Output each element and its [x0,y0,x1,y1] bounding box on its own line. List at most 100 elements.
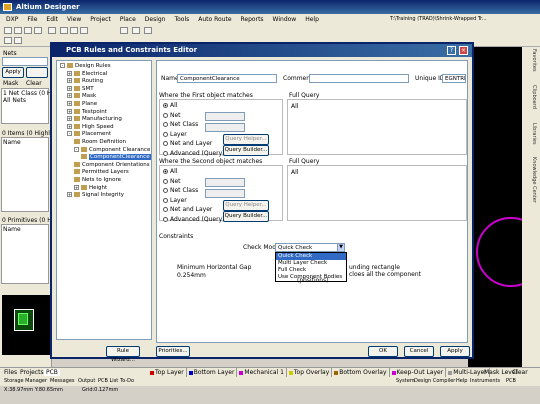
cut-icon[interactable] [60,27,68,34]
expand-icon[interactable]: + [67,78,72,84]
first-radio-net-and-layer[interactable]: Net and Layer [163,140,212,147]
radio-icon[interactable] [163,141,168,146]
menu-view[interactable]: View [67,14,81,25]
help-tab[interactable]: Help [456,377,467,386]
todo-tab[interactable]: To-Do [120,377,134,386]
option-multi-layer-check[interactable]: Multi Layer Check [276,260,346,267]
clear-checkbox[interactable]: Clear [26,80,42,87]
collapse-icon[interactable]: - [67,131,72,137]
min-gap-value[interactable]: 0.254mm [177,272,206,279]
tree-item-nets-to-ignore[interactable]: Nets to Ignore [74,177,121,183]
tree-item-design-rules[interactable]: - Design Rules [60,63,111,69]
priorities-button[interactable]: Priorities... [156,346,190,357]
help-button[interactable]: ? [447,46,456,55]
messages-tab[interactable]: Messages [50,377,75,386]
tree-item-mask[interactable]: + Mask [67,93,96,99]
tab-projects[interactable]: Projects [20,369,44,376]
collapse-icon[interactable]: - [74,146,79,152]
clear-filter-button[interactable] [26,67,48,78]
tree-item-high-speed[interactable]: + High Speed [67,123,114,130]
second-radio-net-class[interactable]: Net Class [163,187,198,194]
paste-icon[interactable] [80,27,88,34]
collapse-icon[interactable]: - [60,63,65,68]
tab-clipboard[interactable]: Clipboard [525,85,537,109]
tree-item-room-definition[interactable]: Room Definition [74,139,126,145]
second-radio-all[interactable]: All [163,168,177,175]
second-radio-net[interactable]: Net [163,178,181,185]
nets-list[interactable]: Name [1,137,49,212]
tree-item-componentclearance[interactable]: ComponentClearance [81,154,151,161]
board-preview[interactable] [2,295,50,355]
apply-button[interactable]: Apply [2,67,24,78]
nets-filter-input[interactable] [2,57,48,66]
expand-icon[interactable]: + [67,108,72,114]
expand-icon[interactable]: + [67,101,72,106]
check-mode-select[interactable]: Quick Check [275,243,345,252]
tree-item-placement[interactable]: - Placement [67,131,111,137]
apply-dialog-button[interactable]: Apply [440,346,470,357]
save-icon[interactable] [24,27,32,34]
redo-icon[interactable] [14,37,22,44]
primitives-list[interactable]: Name [1,224,49,284]
radio-icon[interactable] [163,197,168,203]
rule-wizard-button[interactable]: Rule Wizard... [106,346,140,363]
undo-icon[interactable] [4,37,12,44]
storage-manager-tab[interactable]: Storage Manager [4,377,47,386]
mask-checkbox[interactable]: Mask [3,80,18,87]
menu-project[interactable]: Project [90,14,111,25]
new-icon[interactable] [4,27,12,34]
radio-icon[interactable] [163,207,168,212]
second-query-builder-button[interactable]: Query Builder... [223,211,269,222]
unique-id-input[interactable]: EGNTRHIE [442,74,466,83]
rule-name-input[interactable]: ComponentClearance [177,74,277,83]
radio-icon[interactable] [163,131,168,137]
first-netclass-dropdown[interactable] [205,123,245,132]
system-tab[interactable]: System [396,377,415,386]
layer-tab-bottom-layer[interactable]: Bottom Layer [187,368,238,377]
tree-item-smt[interactable]: + SMT [67,85,94,92]
instruments-tab[interactable]: Instruments [470,377,500,386]
radio-icon[interactable] [163,169,168,174]
layer-tab-keep-out-layer[interactable]: Keep-Out Layer [390,368,447,377]
close-icon[interactable]: × [459,46,468,55]
option-quick-check[interactable]: Quick Check [276,253,346,260]
tree-item-permitted-layers[interactable]: Permitted Layers [74,169,129,175]
tree-item-height[interactable]: + Height [74,184,107,191]
all-nets-item[interactable]: All Nets [3,97,26,104]
layer-tab-bottom-overlay[interactable]: Bottom Overlay [332,368,390,377]
first-net-dropdown[interactable] [205,112,245,121]
cancel-button[interactable]: Cancel [404,346,434,357]
first-query-helper-button[interactable]: Query Helper... [223,134,269,145]
expand-icon[interactable]: + [67,70,72,76]
tab-knowledge-center[interactable]: Knowledge Center [525,157,537,203]
tree-item-manufacturing[interactable]: + Manufacturing [67,116,122,122]
radio-icon[interactable] [163,188,168,193]
print-icon[interactable] [34,27,42,34]
layer-tab-top-layer[interactable]: Top Layer [148,368,187,377]
pcb-tab[interactable]: PCB [506,377,516,386]
option-full-check[interactable]: Full Check [276,267,346,274]
expand-icon[interactable]: + [74,184,79,190]
expand-icon[interactable]: + [67,192,72,198]
radio-icon[interactable] [163,112,168,118]
tree-item-electrical[interactable]: + Electrical [67,70,107,77]
net-class-list[interactable]: 1 Net Class (0 H... All Nets [1,88,57,124]
second-radio-net-and-layer[interactable]: Net and Layer [163,206,212,213]
clear-button[interactable]: Clear [512,369,528,376]
pad-icon[interactable] [144,27,152,34]
tab-favorites[interactable]: Favorites [525,49,537,72]
open-icon[interactable] [14,27,22,34]
design-compiler-tab[interactable]: Design Compiler [414,377,455,386]
tab-libraries[interactable]: Libraries [525,123,537,145]
tree-item-component-clearance[interactable]: - Component Clearance [74,146,150,153]
copy-icon[interactable] [70,27,78,34]
radio-icon[interactable] [163,103,168,108]
menu-tools[interactable]: Tools [174,14,189,25]
radio-icon[interactable] [163,178,168,184]
comment-input[interactable] [309,74,409,83]
chevron-down-icon[interactable]: ▼ [337,243,345,252]
rules-tree[interactable]: - Design Rules + Electrical + Routing + SMT + Mas… [56,60,152,340]
expand-icon[interactable]: + [67,93,72,99]
radio-icon[interactable] [163,122,168,127]
second-netclass-dropdown[interactable] [205,189,245,198]
